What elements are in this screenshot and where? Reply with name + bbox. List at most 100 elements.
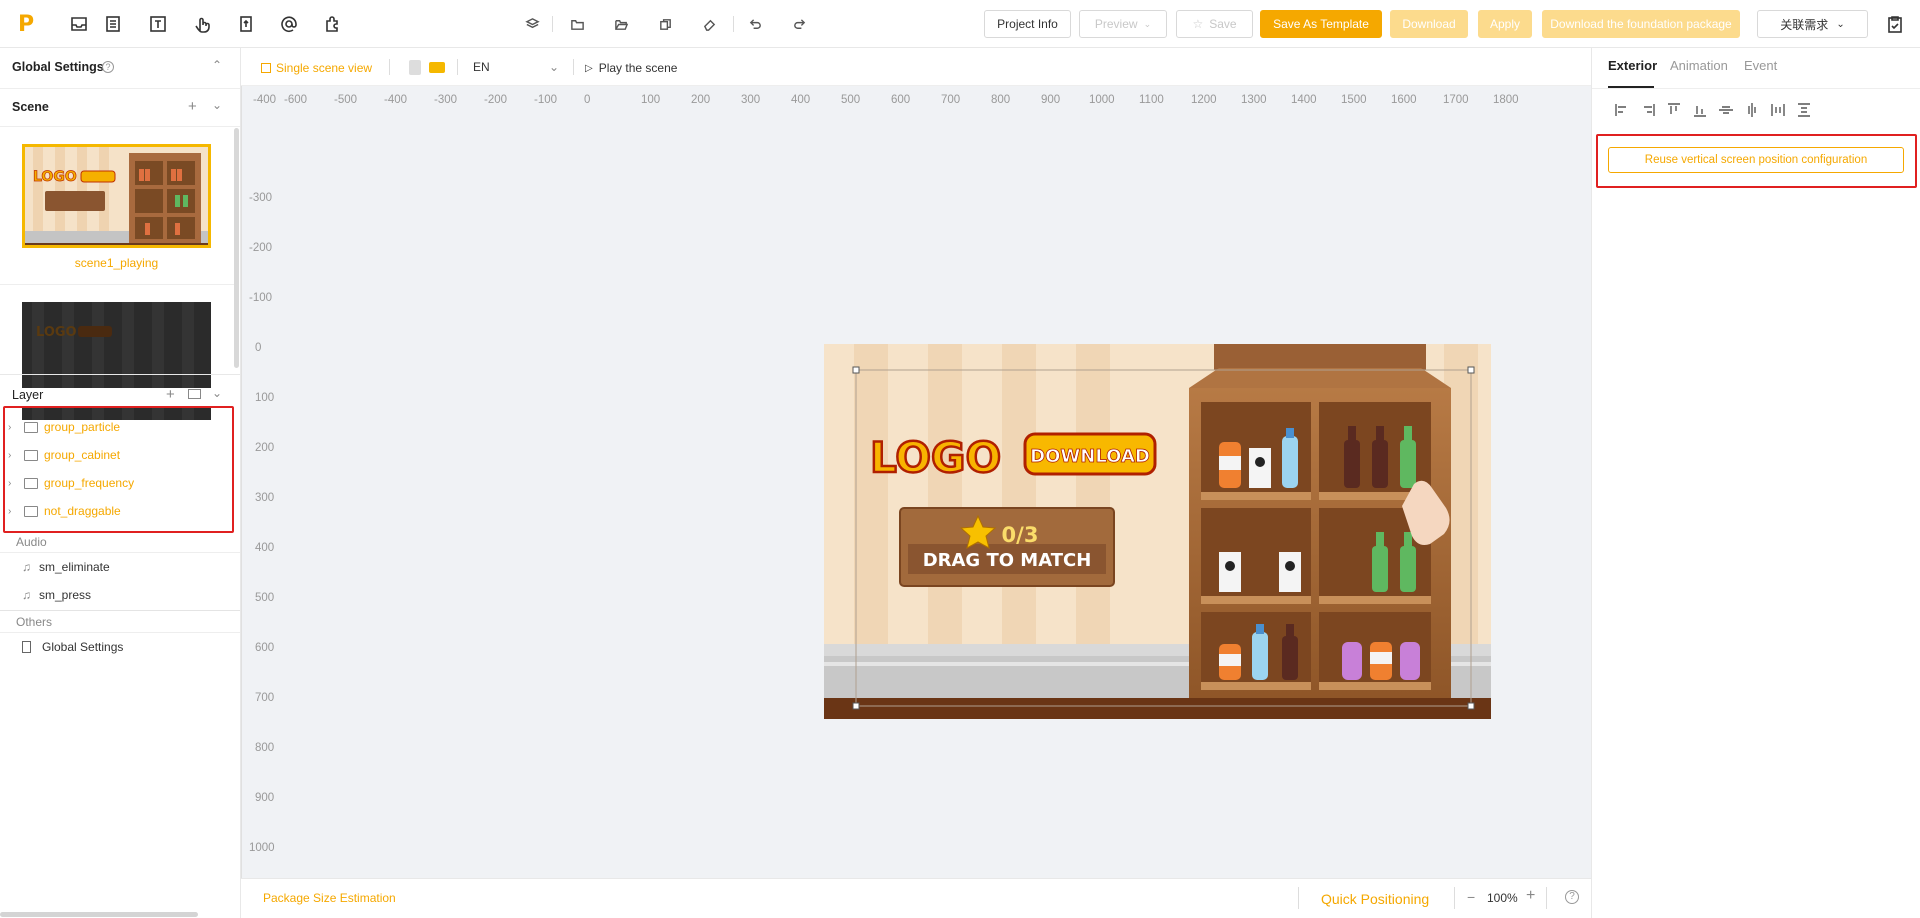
folder-icon[interactable]: [568, 15, 586, 33]
audio-item-sm-press[interactable]: ♫ sm_press: [22, 588, 91, 602]
vertical-ruler: -300 -200 -100 0 100 200 300 400 500 600 700 800 900…: [249, 92, 281, 904]
tab-exterior[interactable]: Exterior: [1608, 58, 1657, 73]
distribute-vertical-icon[interactable]: [1796, 102, 1812, 118]
divider: [457, 59, 458, 75]
color-swatch-grey[interactable]: [409, 60, 421, 75]
plugin-icon[interactable]: [322, 13, 344, 35]
redo-icon[interactable]: [790, 15, 808, 33]
list-icon[interactable]: [102, 13, 124, 35]
language-value: EN: [473, 60, 490, 74]
app-logo[interactable]: P: [18, 12, 38, 37]
ruler-tick-label: 100: [641, 94, 661, 106]
scene-name-1[interactable]: scene1_playing: [22, 256, 211, 270]
ruler-tick-label: -300: [434, 94, 458, 106]
ruler-tick-label: 300: [741, 94, 761, 106]
audio-item-sm-eliminate[interactable]: ♫ sm_eliminate: [22, 560, 110, 574]
align-top-icon[interactable]: [1666, 102, 1682, 118]
music-note-icon: ♫: [22, 560, 31, 574]
scene-thumbnail-1[interactable]: LOGO: [22, 144, 211, 248]
zoom-out-icon[interactable]: −: [1467, 889, 1475, 905]
language-select[interactable]: EN ⌄: [473, 60, 559, 74]
audio-label: sm_eliminate: [39, 560, 110, 574]
scene-scrollbar[interactable]: [234, 128, 239, 368]
scene-preview-image: LOGO: [25, 147, 208, 245]
canvas-area[interactable]: Single scene view EN ⌄ ▷ Play the scene -4…: [241, 48, 1604, 918]
tab-event[interactable]: Event: [1744, 58, 1777, 73]
ruler-tick-label: 1600: [1391, 94, 1417, 106]
help-icon[interactable]: ?: [102, 61, 114, 73]
save-label: Save: [1209, 17, 1237, 31]
divider: [389, 59, 390, 75]
align-left-icon[interactable]: [1614, 102, 1630, 118]
copy-icon[interactable]: [656, 15, 674, 33]
ruler-tick-label: 500: [255, 592, 275, 604]
hand-pointer-icon[interactable]: [191, 13, 213, 35]
ruler-edge: [241, 86, 242, 916]
ruler-tick-label: 1300: [1241, 94, 1267, 106]
game-stage[interactable]: LOGO DOWNLOAD 0/3 DRAG TO MATCH: [824, 344, 1491, 719]
chevron-down-icon: ⌄: [1143, 18, 1152, 29]
ruler-tick-label: 1200: [1191, 94, 1217, 106]
color-swatch-yellow[interactable]: [429, 62, 445, 73]
distribute-horizontal-icon[interactable]: [1770, 102, 1786, 118]
global-settings-header[interactable]: Global Settings ? ⌃: [0, 58, 240, 80]
associate-requirement-dropdown[interactable]: 关联需求 ⌄: [1757, 10, 1868, 38]
highlight-box-layers: [3, 406, 234, 533]
apply-button[interactable]: Apply: [1478, 10, 1532, 38]
zoom-in-icon[interactable]: +: [1526, 887, 1535, 905]
global-settings-title: Global Settings: [12, 60, 104, 74]
music-note-icon: ♫: [22, 588, 31, 602]
folder-add-icon[interactable]: [188, 389, 201, 399]
ruler-tick-label: 1000: [249, 842, 275, 854]
undo-icon[interactable]: [746, 15, 764, 33]
chevron-down-icon[interactable]: ⌄: [212, 386, 222, 400]
inbox-icon[interactable]: [68, 13, 90, 35]
ruler-tick-label: 400: [255, 542, 275, 554]
add-scene-icon[interactable]: +: [188, 98, 197, 115]
align-right-icon[interactable]: [1640, 102, 1656, 118]
scene-view-icon: [261, 63, 271, 73]
ruler-tick-label: 1800: [1493, 94, 1519, 106]
ruler-tick-label: 700: [941, 94, 961, 106]
chevron-up-icon[interactable]: ⌃: [212, 58, 222, 72]
canvas-toolbar: Single scene view EN ⌄ ▷ Play the scene: [241, 48, 1591, 86]
download-cta-text: DOWNLOAD: [1030, 446, 1150, 467]
document-icon[interactable]: [235, 13, 257, 35]
add-layer-icon[interactable]: +: [166, 386, 175, 403]
project-info-button[interactable]: Project Info: [984, 10, 1071, 38]
preview-button[interactable]: Preview ⌄: [1079, 10, 1167, 38]
at-sign-icon[interactable]: [278, 13, 300, 35]
horizontal-scrollbar[interactable]: [0, 912, 198, 917]
align-vertical-center-icon[interactable]: [1744, 102, 1760, 118]
ruler-tick-label: 200: [255, 442, 275, 454]
drag-to-match-text: DRAG TO MATCH: [923, 550, 1092, 571]
folder-open-icon[interactable]: [612, 15, 630, 33]
divider: [1592, 88, 1920, 89]
tab-animation[interactable]: Animation: [1670, 58, 1728, 73]
download-button[interactable]: Download: [1390, 10, 1468, 38]
right-panel: Exterior Animation Event Reuse vertical …: [1591, 48, 1920, 918]
quick-positioning-button[interactable]: Quick Positioning: [1321, 891, 1429, 907]
single-scene-view-toggle[interactable]: Single scene view: [261, 61, 372, 75]
ruler-tick-label: -600: [284, 94, 308, 106]
play-scene-button[interactable]: ▷ Play the scene: [585, 61, 677, 75]
others-header: Others: [16, 615, 53, 629]
align-horizontal-center-icon[interactable]: [1718, 102, 1734, 118]
text-icon[interactable]: [147, 13, 169, 35]
others-global-settings-item[interactable]: Global Settings: [22, 640, 123, 654]
package-size-link[interactable]: Package Size Estimation: [263, 891, 396, 905]
ruler-tick-label: 800: [991, 94, 1011, 106]
save-as-template-button[interactable]: Save As Template: [1260, 10, 1382, 38]
left-panel: Global Settings ? ⌃ Scene + ⌄ LOGO scene…: [0, 48, 241, 918]
associate-label: 关联需求: [1780, 17, 1829, 32]
help-icon[interactable]: ?: [1565, 890, 1579, 904]
chevron-down-icon[interactable]: ⌄: [212, 98, 222, 112]
layers-icon[interactable]: [523, 15, 541, 33]
eraser-icon[interactable]: [700, 15, 718, 33]
download-foundation-button[interactable]: Download the foundation package: [1542, 10, 1740, 38]
clipboard-check-icon[interactable]: [1884, 13, 1906, 35]
save-button[interactable]: ☆ Save: [1176, 10, 1253, 38]
align-bottom-icon[interactable]: [1692, 102, 1708, 118]
top-toolbar: P Project Info Preview ⌄ ☆ Save Save As Te…: [0, 0, 1920, 48]
ruler-tick-label: 600: [891, 94, 911, 106]
